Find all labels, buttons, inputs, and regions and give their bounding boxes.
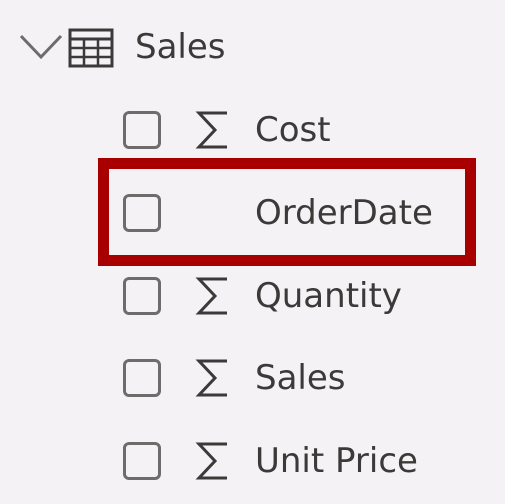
field-checkbox[interactable] <box>123 359 161 397</box>
field-label: Sales <box>255 358 346 398</box>
field-checkbox[interactable] <box>123 111 161 149</box>
highlight-box <box>98 158 476 266</box>
table-name: Sales <box>135 27 226 67</box>
field-checkbox[interactable] <box>123 277 161 315</box>
field-label: Cost <box>255 110 331 150</box>
sigma-icon <box>195 442 227 480</box>
field-label: Unit Price <box>255 441 418 481</box>
table-node-sales[interactable]: Sales <box>0 14 505 80</box>
sigma-icon <box>195 359 227 397</box>
field-row-unit-price[interactable]: Unit Price <box>0 425 505 495</box>
sigma-icon <box>195 111 227 149</box>
field-row-sales[interactable]: Sales <box>0 342 505 412</box>
sigma-icon <box>195 277 227 315</box>
field-label: Quantity <box>255 276 402 316</box>
fields-pane: Sales Cost OrderDate Quantity Sales Unit… <box>0 0 505 504</box>
field-checkbox[interactable] <box>123 442 161 480</box>
field-row-cost[interactable]: Cost <box>0 94 505 164</box>
table-icon <box>68 28 114 68</box>
chevron-down-icon[interactable] <box>18 32 64 62</box>
field-row-quantity[interactable]: Quantity <box>0 260 505 330</box>
